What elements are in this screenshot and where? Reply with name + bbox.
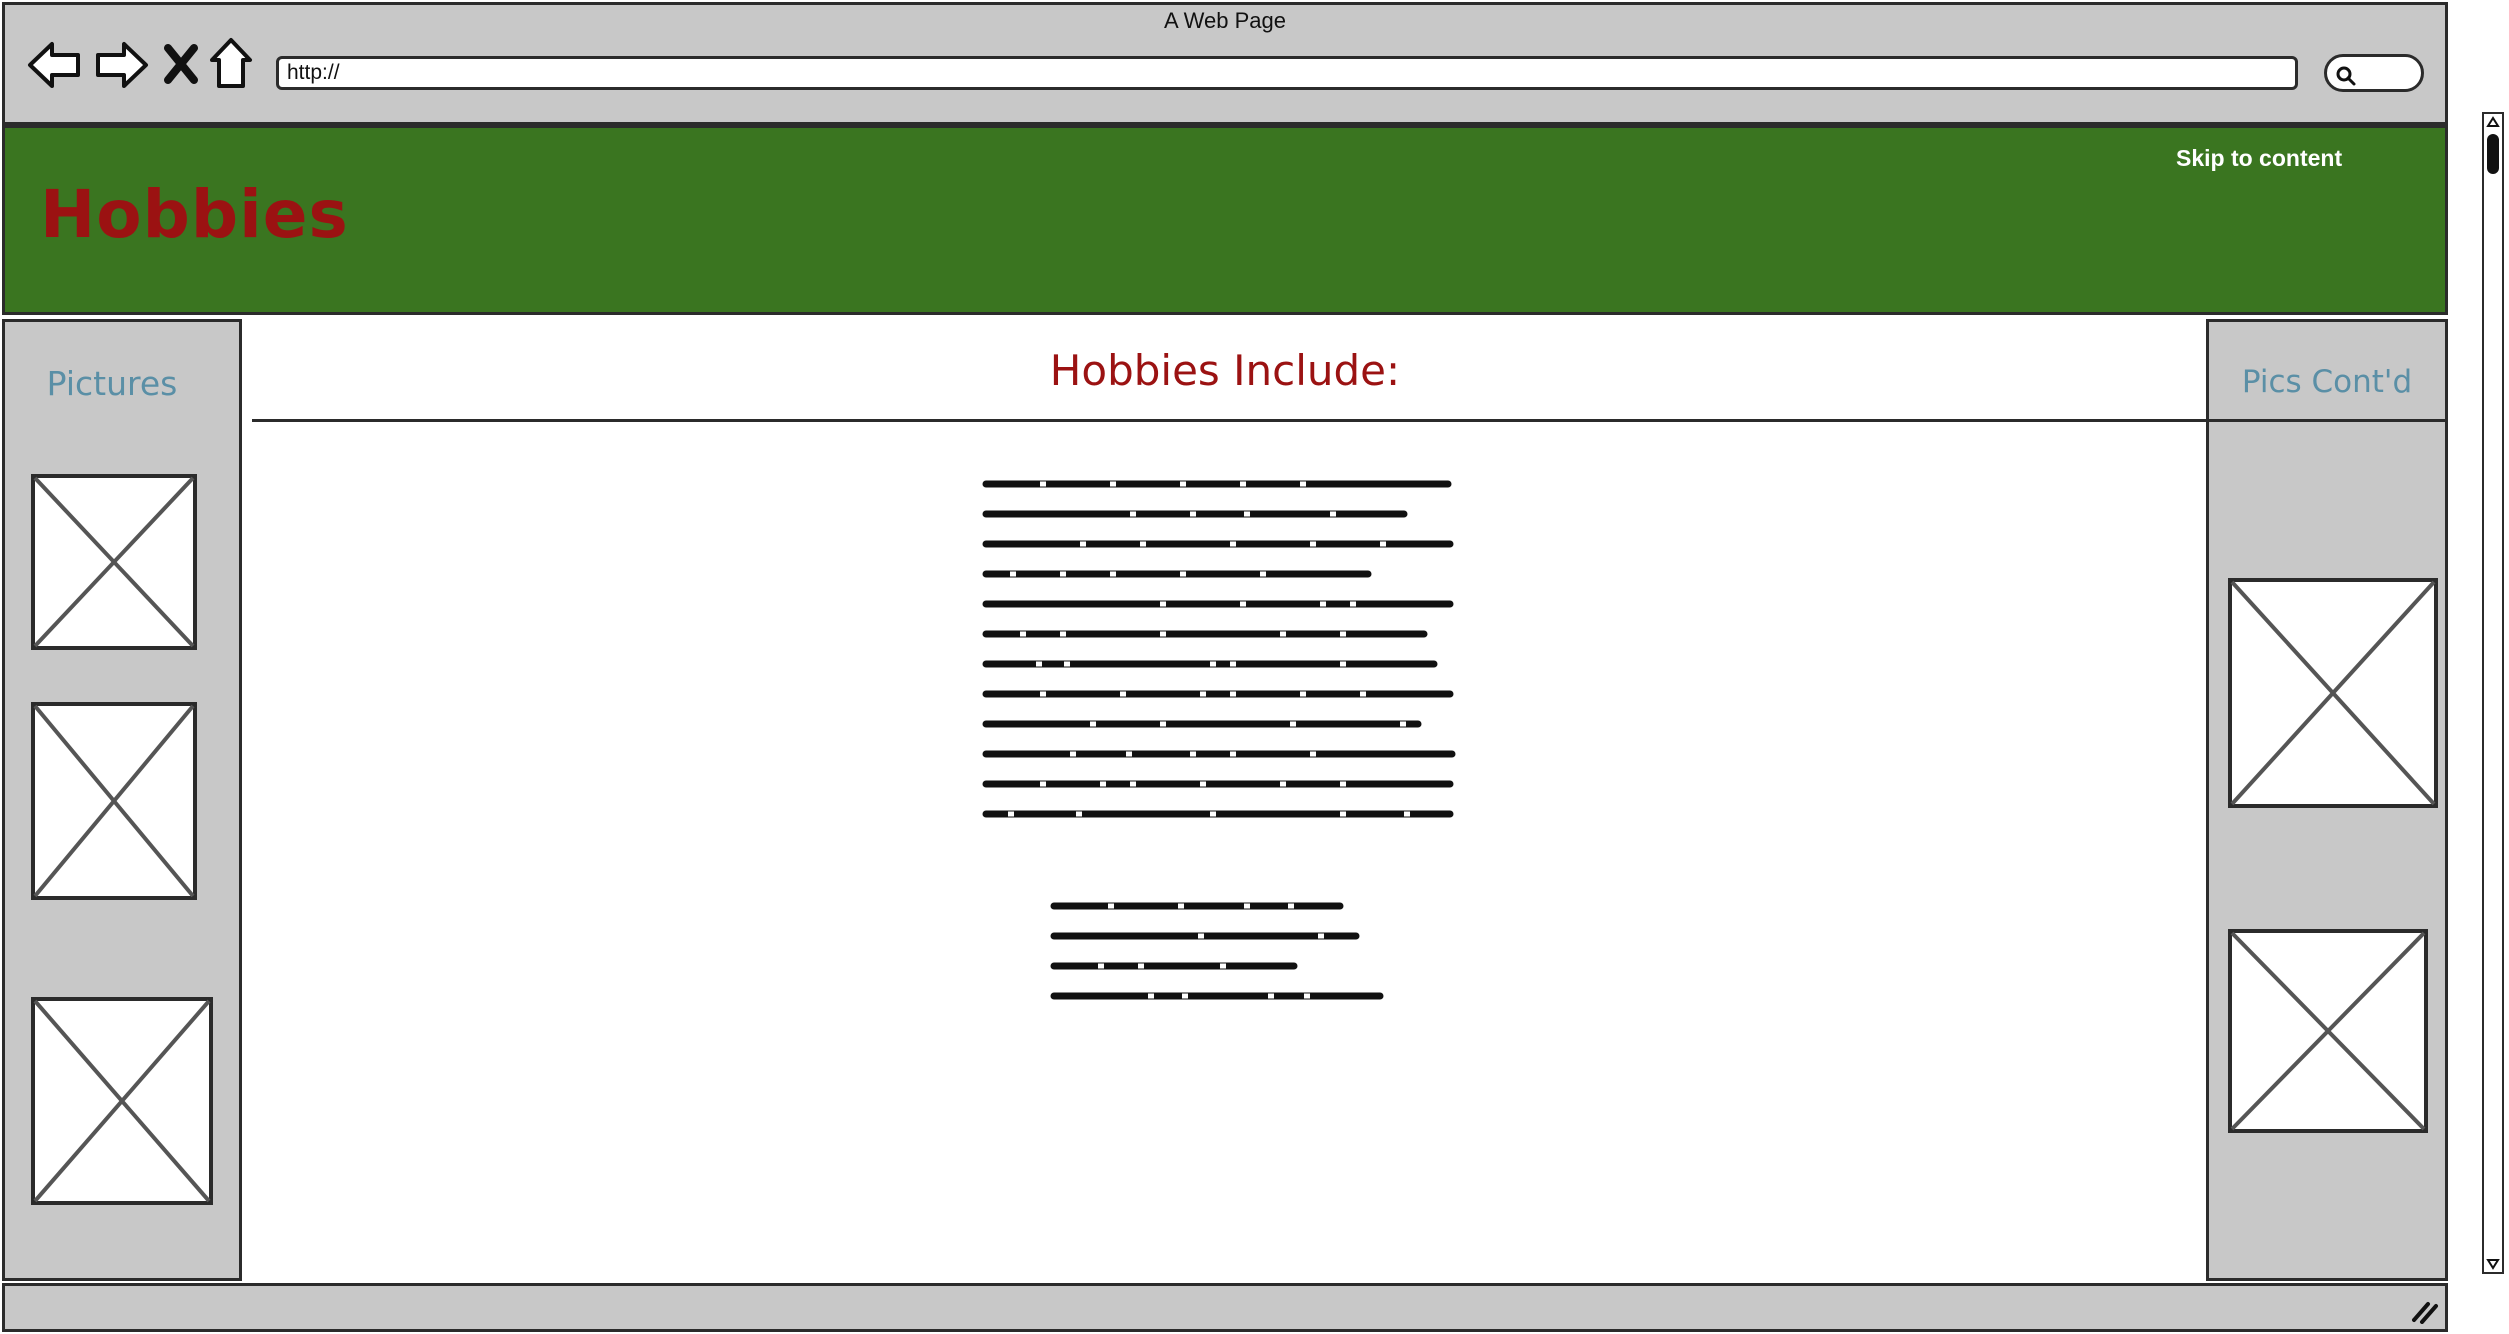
right-sidebar-title: Pics Cont'd xyxy=(2241,364,2413,400)
vertical-scrollbar[interactable] xyxy=(2482,112,2504,1274)
heading-divider xyxy=(252,419,2448,422)
scroll-thumb[interactable] xyxy=(2487,134,2499,174)
text-paragraph xyxy=(1050,902,1384,1000)
image-placeholder xyxy=(31,702,197,900)
resize-grip-icon[interactable] xyxy=(2410,1298,2440,1324)
scroll-down-icon[interactable] xyxy=(2486,1258,2500,1270)
search-box[interactable] xyxy=(2324,54,2424,92)
window-title: A Web Page xyxy=(1164,8,1286,33)
page-title: Hobbies xyxy=(40,176,349,253)
status-bar xyxy=(2,1283,2448,1332)
skip-to-content-link[interactable]: Skip to content xyxy=(2176,145,2342,172)
left-sidebar-title: Pictures xyxy=(46,364,178,403)
home-icon[interactable] xyxy=(208,36,254,90)
stop-icon[interactable] xyxy=(164,44,198,84)
page-header xyxy=(2,125,2448,315)
image-placeholder xyxy=(31,997,213,1205)
image-placeholder xyxy=(2228,578,2438,808)
image-placeholder xyxy=(31,474,197,650)
content-heading: Hobbies Include: xyxy=(1049,346,1401,395)
image-placeholder xyxy=(2228,929,2428,1133)
text-paragraph xyxy=(982,480,1456,818)
url-text: http:// xyxy=(287,61,340,84)
search-icon xyxy=(2336,66,2356,86)
address-bar[interactable]: http:// xyxy=(276,56,2298,90)
scroll-up-icon[interactable] xyxy=(2486,116,2500,128)
forward-arrow-icon[interactable] xyxy=(92,40,150,90)
back-arrow-icon[interactable] xyxy=(26,40,84,90)
